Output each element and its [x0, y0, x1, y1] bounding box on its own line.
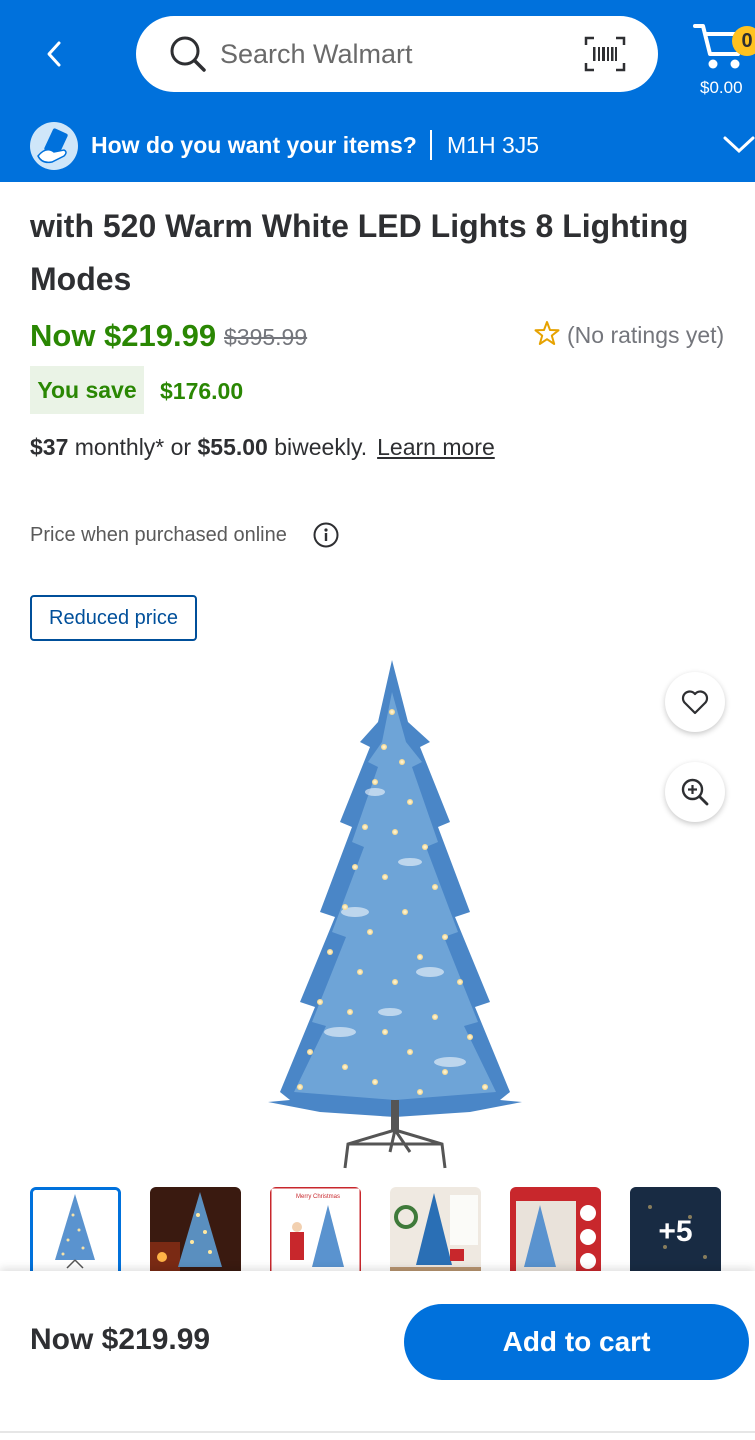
installment-info: $37 monthly* or $55.00 biweekly. Learn mo…	[30, 434, 495, 461]
current-price: Now $219.99	[30, 318, 217, 353]
thumbnail-6[interactable]: +5	[630, 1187, 721, 1273]
back-button[interactable]	[36, 34, 72, 74]
back-arrow-icon	[47, 41, 61, 67]
was-price: $395.99	[224, 324, 308, 350]
thumbnail-5[interactable]	[510, 1187, 601, 1273]
learn-more-link[interactable]: Learn more	[377, 434, 495, 460]
ratings-text[interactable]: (No ratings yet)	[567, 322, 724, 349]
star-outline-icon	[534, 321, 560, 345]
postal-code: M1H 3J5	[447, 132, 540, 158]
product-title: with 520 Warm White LED Lights 8 Lightin…	[30, 208, 689, 297]
bottom-price: Now $219.99	[30, 1323, 211, 1356]
top-header: 0 $0.00 How do you want your items? M1H …	[0, 0, 755, 182]
bottom-action-bar: Now $219.99 Add to cart	[0, 1271, 755, 1440]
search-input[interactable]	[220, 38, 560, 70]
cart-button[interactable]: 0 $0.00	[692, 18, 755, 100]
chevron-down-icon	[723, 136, 755, 154]
monthly-text: monthly* or	[68, 434, 198, 460]
fulfillment-selector[interactable]: How do you want your items? M1H 3J5	[0, 112, 755, 182]
thumbnail-3[interactable]: Merry Christmas	[270, 1187, 361, 1273]
search-bar[interactable]	[136, 16, 658, 92]
add-to-cart-button[interactable]: Add to cart	[404, 1304, 749, 1380]
thumbnail-4[interactable]	[390, 1187, 481, 1273]
price-note: Price when purchased online	[30, 524, 287, 546]
fulfillment-icon	[30, 122, 78, 170]
product-image[interactable]	[260, 652, 530, 1177]
info-icon[interactable]	[313, 522, 339, 548]
thumbnail-1[interactable]	[30, 1187, 121, 1273]
biweekly-text: biweekly.	[267, 434, 368, 460]
reduced-price-tag: Reduced price	[30, 595, 197, 641]
favorite-button[interactable]	[665, 672, 725, 732]
zoom-in-icon	[681, 778, 709, 806]
monthly-amount: $37	[30, 434, 69, 460]
svg-text:Merry Christmas: Merry Christmas	[296, 1194, 340, 1200]
cart-total: $0.00	[700, 78, 743, 97]
thumbnail-2[interactable]	[150, 1187, 241, 1273]
heart-icon	[681, 690, 709, 715]
image-thumbnails: Merry Christmas +5	[30, 1187, 730, 1273]
zoom-button[interactable]	[665, 762, 725, 822]
you-save-badge: You save	[30, 366, 144, 414]
bottom-divider	[0, 1431, 755, 1433]
cart-count-badge: 0	[732, 26, 755, 56]
fulfillment-prompt: How do you want your items?	[91, 132, 417, 158]
barcode-scanner-icon[interactable]	[584, 36, 626, 72]
you-save-amount: $176.00	[160, 378, 244, 404]
search-icon	[170, 36, 206, 72]
more-images-count: +5	[630, 1187, 721, 1273]
divider	[430, 130, 432, 160]
biweekly-amount: $55.00	[197, 434, 268, 460]
